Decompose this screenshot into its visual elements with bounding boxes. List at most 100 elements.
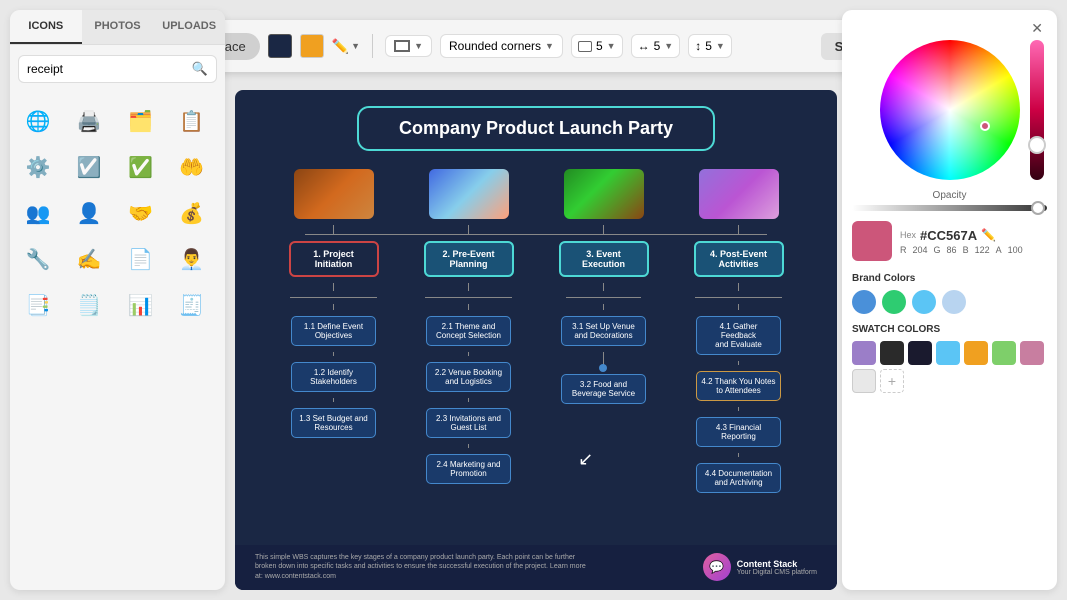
brand-color-dots (852, 290, 1047, 314)
brightness-slider-container (1030, 40, 1050, 180)
col1-image (294, 169, 374, 219)
sub-node[interactable]: 4.2 Thank You Notesto Attendees (696, 371, 781, 401)
r-label: R (900, 245, 907, 255)
rgba-values: R 204 G 86 B 122 A 100 (900, 245, 1047, 255)
sub-node[interactable]: 2.4 Marketing andPromotion (426, 454, 511, 484)
list-item[interactable]: 📋 (172, 101, 212, 141)
list-item[interactable]: 👥 (18, 193, 58, 233)
wbs-col-4: 4. Post-EventActivities 4.1 Gather Feedb… (676, 169, 801, 493)
hex-color-preview[interactable] (852, 221, 892, 261)
tool-selector[interactable]: ✏️ ▼ (332, 38, 360, 55)
brand-color-dot[interactable] (852, 290, 876, 314)
h-line (425, 297, 513, 298)
right-panel: ✕ Opacity Hex #CC567A ✏️ (842, 10, 1057, 590)
sub-node[interactable]: 2.3 Invitations andGuest List (426, 408, 511, 438)
color-picker-orange[interactable] (300, 34, 324, 58)
connector (738, 361, 739, 365)
list-item[interactable]: 👤 (69, 193, 109, 233)
swatch-item[interactable] (880, 341, 904, 365)
left-panel: ICONS PHOTOS UPLOADS 🔍 🌐 🖨️ 🗂️ 📋 ⚙️ ☑️ ✅… (10, 10, 225, 590)
brightness-knob[interactable] (1028, 136, 1046, 154)
tab-icons[interactable]: ICONS (10, 10, 82, 44)
col1-main-node[interactable]: 1. ProjectInitiation (289, 241, 379, 277)
brand-area: 💬 Content Stack Your Digital CMS platfor… (703, 553, 817, 581)
list-item[interactable]: ✅ (121, 147, 161, 187)
connector (738, 304, 739, 310)
tab-photos[interactable]: PHOTOS (82, 10, 154, 44)
swatch-item[interactable] (992, 341, 1016, 365)
sub-node[interactable]: 3.2 Food andBeverage Service (561, 374, 646, 404)
sub-node[interactable]: 2.1 Theme andConcept Selection (426, 316, 511, 346)
tab-uploads[interactable]: UPLOADS (153, 10, 225, 44)
sub-node[interactable]: 4.1 Gather Feedbackand Evaluate (696, 316, 781, 355)
a-label: A (996, 245, 1002, 255)
sub-node[interactable]: 4.3 FinancialReporting (696, 417, 781, 447)
brightness-slider[interactable] (1030, 40, 1044, 180)
list-item[interactable]: 🖨️ (69, 101, 109, 141)
opacity-section: Opacity (852, 190, 1047, 211)
list-item[interactable]: 📄 (121, 239, 161, 279)
swatch-colors-title: SWATCH COLORS (852, 324, 1047, 335)
list-item[interactable]: 🤝 (121, 193, 161, 233)
list-item[interactable]: 🔧 (18, 239, 58, 279)
opacity-slider[interactable] (852, 205, 1047, 211)
brand-color-dot[interactable] (912, 290, 936, 314)
search-input[interactable] (27, 62, 186, 76)
swatch-item[interactable] (908, 341, 932, 365)
swatch-item[interactable] (964, 341, 988, 365)
list-item[interactable]: 📑 (18, 285, 58, 325)
size2-select[interactable]: ↔ 5 ▼ (631, 34, 681, 58)
list-item[interactable]: 📊 (121, 285, 161, 325)
connector (333, 352, 334, 356)
connector (603, 304, 604, 310)
list-item[interactable]: ☑️ (69, 147, 109, 187)
g-value: 86 (947, 245, 957, 255)
sub-node[interactable]: 1.2 IdentifyStakeholders (291, 362, 376, 392)
sub-node[interactable]: 1.1 Define EventObjectives (291, 316, 376, 346)
connector (738, 225, 739, 235)
sub-node[interactable]: 4.4 Documentationand Archiving (696, 463, 781, 493)
swatch-add-button[interactable]: + (880, 369, 904, 393)
color-wheel-container[interactable] (880, 40, 1020, 180)
swatch-grid: + (852, 341, 1047, 393)
list-item[interactable]: 🧾 (172, 285, 212, 325)
swatch-item[interactable] (852, 341, 876, 365)
hex-label: Hex (900, 230, 916, 240)
list-item[interactable]: 👨‍💼 (172, 239, 212, 279)
sub-node[interactable]: 3.1 Set Up Venueand Decorations (561, 316, 646, 346)
list-item[interactable]: ✍️ (69, 239, 109, 279)
color-picker-dark[interactable] (268, 34, 292, 58)
sub-node[interactable]: 1.3 Set Budget andResources (291, 408, 376, 438)
shape-select[interactable]: ▼ (385, 35, 432, 57)
opacity-label: Opacity (852, 190, 1047, 201)
list-item[interactable]: 🗒️ (69, 285, 109, 325)
list-item[interactable]: 🤲 (172, 147, 212, 187)
color-wheel-section (852, 20, 1047, 180)
col2-image (429, 169, 509, 219)
size3-select[interactable]: ↕ 5 ▼ (688, 34, 732, 58)
divider1 (372, 34, 373, 58)
sub-node[interactable]: 2.2 Venue Bookingand Logistics (426, 362, 511, 392)
brand-color-dot[interactable] (942, 290, 966, 314)
list-item[interactable]: ⚙️ (18, 147, 58, 187)
a-value: 100 (1008, 245, 1023, 255)
swatch-item[interactable] (1020, 341, 1044, 365)
list-item[interactable]: 🌐 (18, 101, 58, 141)
list-item[interactable]: 💰 (172, 193, 212, 233)
col4-main-node[interactable]: 4. Post-EventActivities (694, 241, 784, 277)
brand-color-dot[interactable] (882, 290, 906, 314)
size1-select[interactable]: 5 ▼ (571, 34, 623, 58)
col2-main-node[interactable]: 2. Pre-EventPlanning (424, 241, 514, 277)
edit-icon[interactable]: ✏️ (981, 228, 996, 242)
g-label: G (934, 245, 941, 255)
swatch-item[interactable] (852, 369, 876, 393)
connector (468, 225, 469, 235)
list-item[interactable]: 🗂️ (121, 101, 161, 141)
connector (333, 398, 334, 402)
corners-select[interactable]: Rounded corners ▼ (440, 34, 563, 58)
swatch-item[interactable] (936, 341, 960, 365)
col3-main-node[interactable]: 3. EventExecution (559, 241, 649, 277)
brand-sub: Your Digital CMS platform (737, 569, 817, 576)
opacity-knob[interactable] (1031, 201, 1045, 215)
hex-value[interactable]: #CC567A (920, 228, 977, 243)
